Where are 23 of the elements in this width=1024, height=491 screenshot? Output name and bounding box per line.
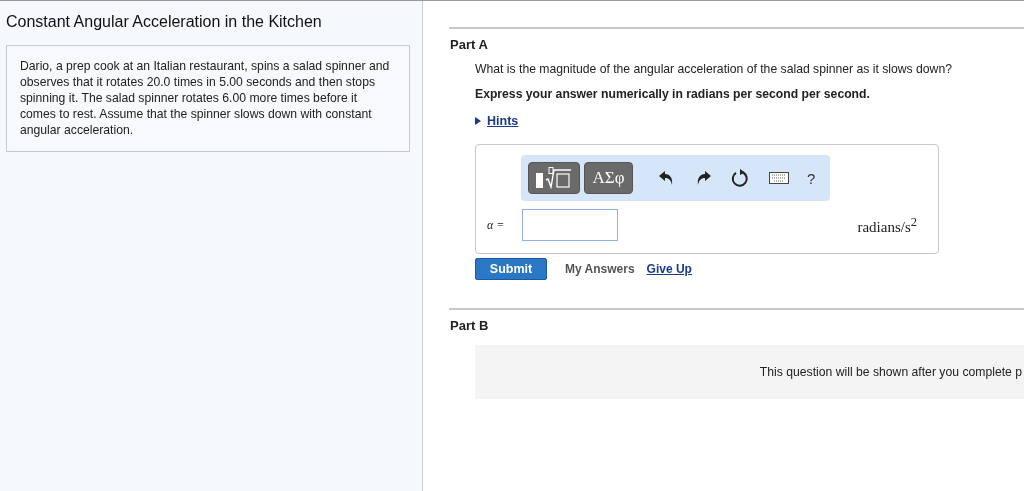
answer-field[interactable] [522, 209, 618, 241]
templates-icon [535, 167, 573, 189]
question-text: What is the magnitude of the angular acceleration of the salad spinner as it slows down? [475, 62, 953, 76]
symbols-button[interactable]: ΑΣφ [584, 162, 633, 194]
undo-icon[interactable] [659, 171, 675, 185]
give-up-link[interactable]: Give Up [646, 262, 692, 276]
variable-label: α = [487, 217, 506, 233]
hints-link[interactable]: Hints [475, 114, 519, 128]
keyboard-icon[interactable] [769, 172, 789, 184]
my-answers-label: My Answers [565, 262, 635, 276]
submit-button[interactable]: Submit [475, 258, 547, 280]
redo-icon[interactable] [695, 171, 711, 185]
instruction-text: Express your answer numerically in radians per second per second. [475, 87, 871, 101]
help-button[interactable]: ? [807, 169, 816, 187]
reset-icon[interactable] [731, 169, 749, 187]
caret-icon [475, 117, 481, 125]
locked-notice-text: This question will be shown after you complete p [759, 365, 1022, 379]
part-heading: Part A [450, 37, 489, 52]
part-heading: Part B [450, 318, 490, 333]
intro-paragraph: Dario, a prep cook at an Italian restaurant, spins a salad spinner and observes that it rotates 20.0 times in 5.00 seconds and then stops spinning it. The salad spinner rotates 6.00 more times before it comes to rest. Assume that the spinner slows down with constant angular acceleration. [6, 45, 410, 152]
units-label: radians/s$^{2}$ [857, 214, 917, 236]
templates-button[interactable] [528, 162, 580, 194]
problem-title: Constant Angular Acceleration in the Kitchen [6, 13, 323, 31]
